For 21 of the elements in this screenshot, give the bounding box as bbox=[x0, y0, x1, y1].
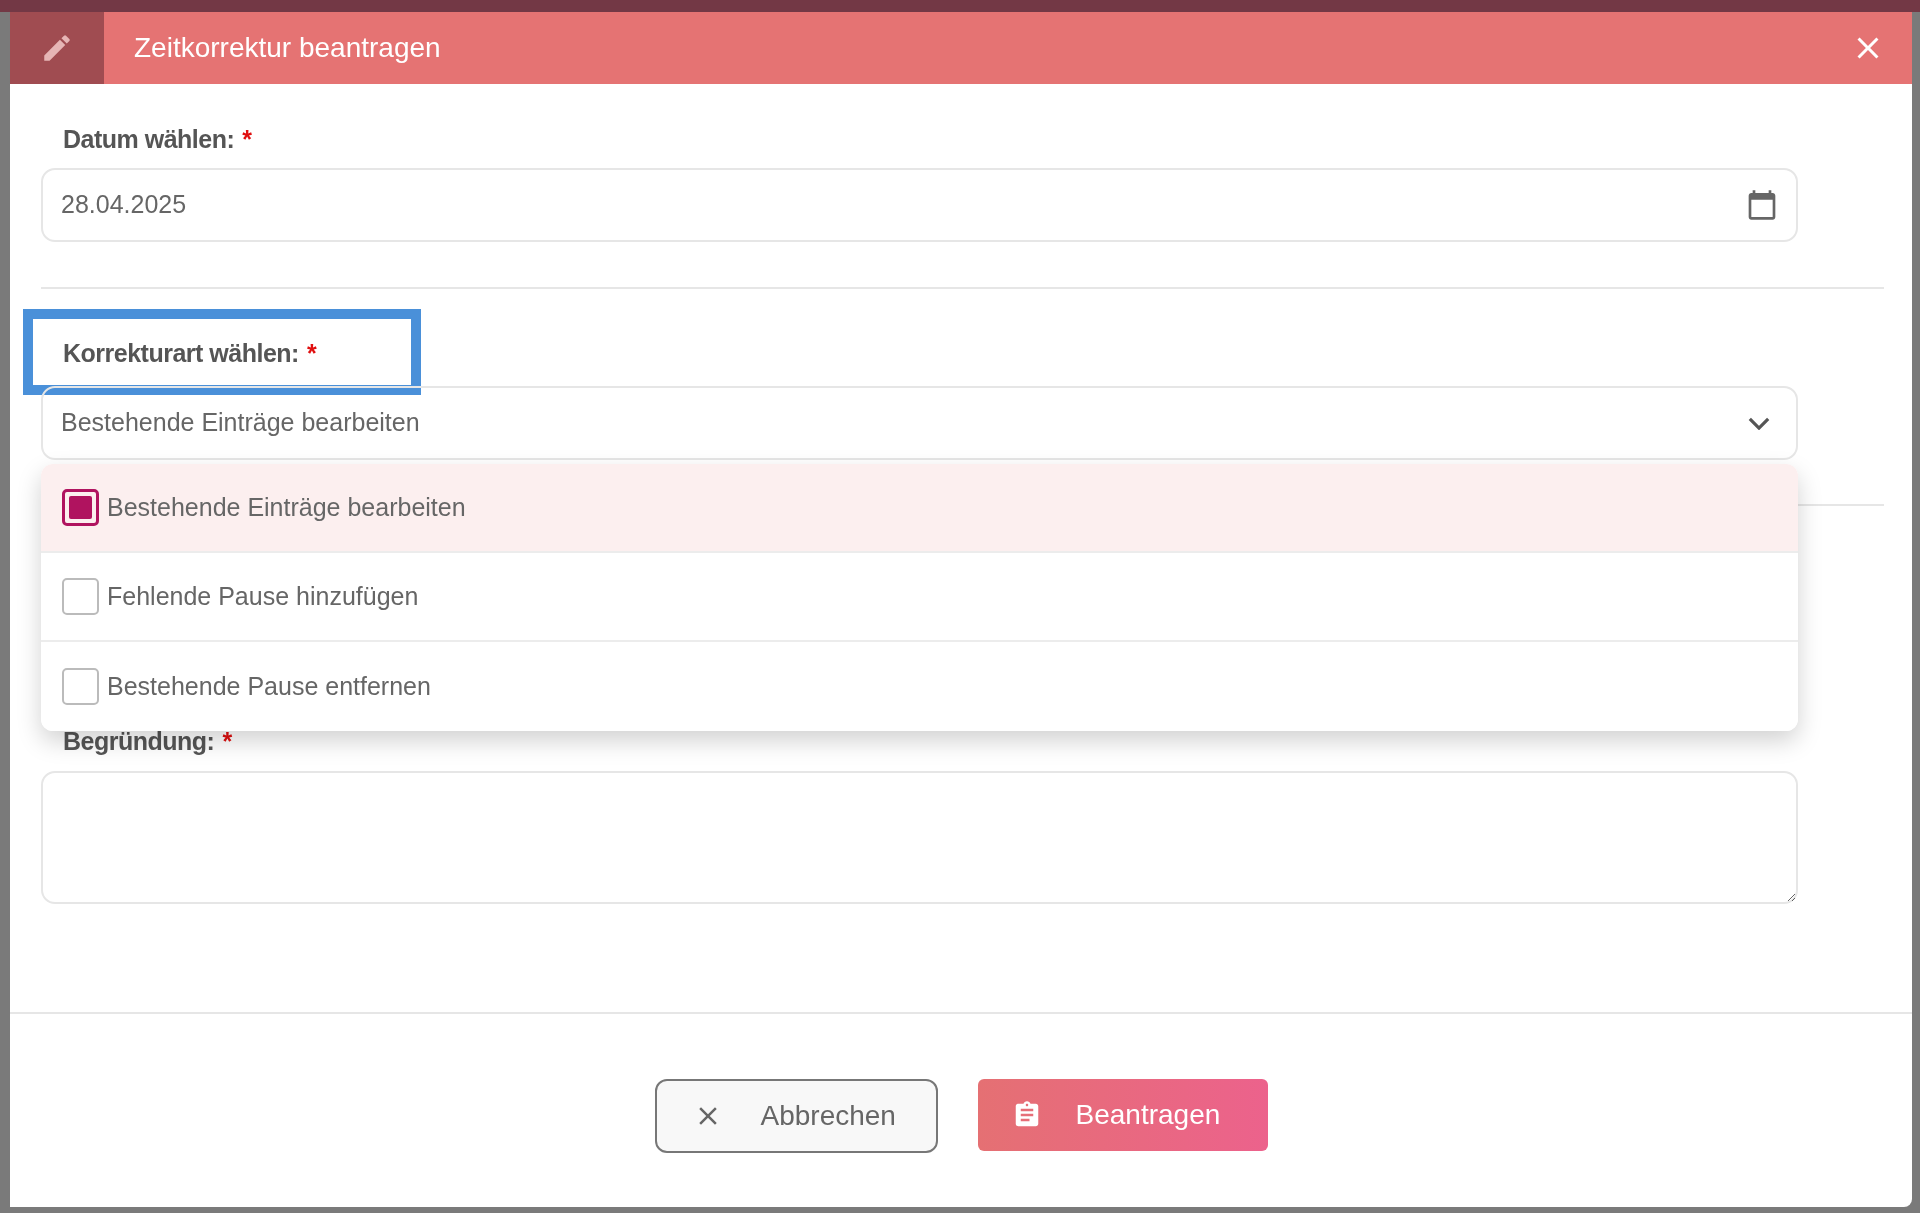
date-field[interactable]: 28.04.2025 bbox=[41, 168, 1798, 242]
checkbox[interactable] bbox=[62, 489, 99, 526]
dropdown-option[interactable]: Bestehende Einträge bearbeiten bbox=[41, 464, 1798, 553]
field-label: Datum wählen: bbox=[63, 124, 235, 154]
correction-type-select[interactable]: Bestehende Einträge bearbeiten bbox=[41, 386, 1798, 460]
checkbox[interactable] bbox=[62, 668, 99, 705]
cancel-button[interactable]: Abbrechen bbox=[654, 1079, 938, 1153]
dialog-title: Zeitkorrektur beantragen bbox=[134, 31, 441, 65]
checkbox[interactable] bbox=[62, 578, 99, 615]
dropdown-option[interactable]: Fehlende Pause hinzufügen bbox=[41, 553, 1798, 642]
required-mark: * bbox=[242, 124, 252, 154]
reason-field[interactable] bbox=[41, 771, 1798, 904]
required-mark: * bbox=[306, 338, 317, 368]
submit-button[interactable]: Beantragen bbox=[977, 1079, 1268, 1151]
calendar-icon bbox=[1746, 189, 1778, 221]
chevron-down-icon bbox=[1748, 416, 1770, 430]
dropdown-option[interactable]: Bestehende Pause entfernen bbox=[41, 642, 1798, 731]
option-label: Fehlende Pause hinzufügen bbox=[107, 580, 419, 612]
option-label: Bestehende Pause entfernen bbox=[107, 670, 431, 702]
option-label: Bestehende Einträge bearbeiten bbox=[107, 491, 466, 523]
field-label: Korrekturart wählen: bbox=[63, 338, 299, 368]
